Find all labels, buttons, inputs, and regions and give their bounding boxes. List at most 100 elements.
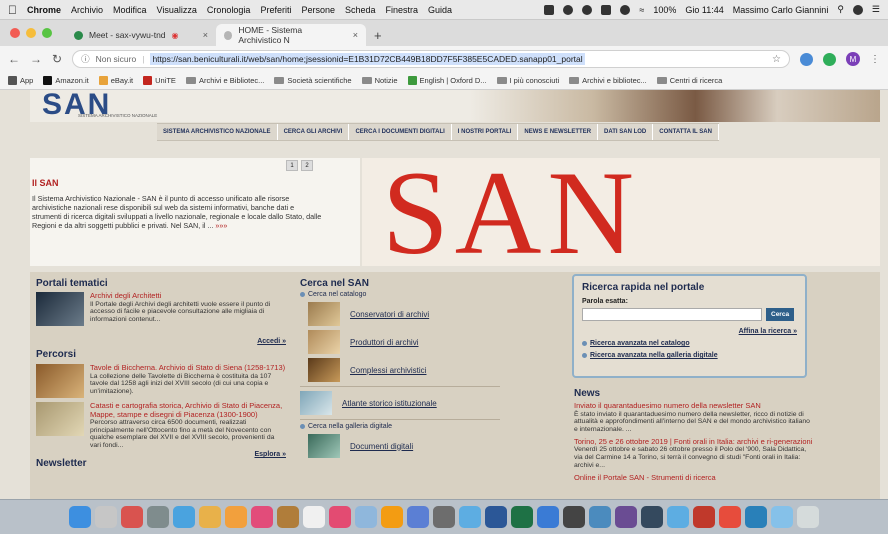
- news-item-title[interactable]: Torino, 25 e 26 ottobre 2019 | Fonti ora…: [574, 437, 814, 447]
- esplora-link[interactable]: Esplora »: [254, 451, 286, 458]
- menu-preferiti[interactable]: Preferiti: [260, 5, 291, 15]
- bookmark-folder[interactable]: Centri di ricerca: [656, 76, 722, 85]
- bookmark-ebay[interactable]: eBay.it: [98, 76, 133, 85]
- nav-sistema[interactable]: SISTEMA ARCHIVISTICO NAZIONALE: [157, 124, 278, 140]
- app-icon[interactable]: [667, 506, 689, 528]
- powerpoint-icon[interactable]: [693, 506, 715, 528]
- menu-finestra[interactable]: Finestra: [386, 5, 419, 15]
- menu-modifica[interactable]: Modifica: [113, 5, 147, 15]
- menu-kebab-icon[interactable]: ⋮: [870, 54, 880, 65]
- extension-icon[interactable]: [800, 52, 813, 66]
- time-machine-icon[interactable]: [620, 4, 631, 15]
- bookmark-oxford[interactable]: English | Oxford D...: [407, 76, 487, 85]
- pager-page-2[interactable]: 2: [301, 160, 313, 171]
- address-bar[interactable]: ⓘ Non sicuro | https://san.beniculturali…: [72, 50, 790, 68]
- read-more-link[interactable]: »»»: [215, 221, 227, 230]
- siri-icon[interactable]: [852, 4, 863, 15]
- ricerca-avanzata-galleria[interactable]: Ricerca avanzata nella galleria digitale: [582, 352, 797, 359]
- photos-icon[interactable]: [251, 506, 273, 528]
- cerca-item[interactable]: Atlante storico istituzionale: [300, 391, 500, 415]
- bookmark-amazon[interactable]: Amazon.it: [43, 76, 89, 85]
- close-tab-icon[interactable]: ×: [353, 30, 358, 40]
- cerca-item[interactable]: Complessi archivistici: [308, 358, 500, 382]
- mail-icon[interactable]: [121, 506, 143, 528]
- keynote-icon[interactable]: [459, 506, 481, 528]
- terminal-icon[interactable]: [563, 506, 585, 528]
- url-text[interactable]: https://san.beniculturali.it/web/san/hom…: [150, 53, 585, 65]
- spotlight-icon[interactable]: ⚲: [837, 4, 844, 15]
- launchpad-icon[interactable]: [95, 506, 117, 528]
- menu-scheda[interactable]: Scheda: [345, 5, 376, 15]
- profile-avatar[interactable]: M: [846, 52, 860, 66]
- percorso-thumbnail[interactable]: [36, 364, 84, 398]
- ricerca-avanzata-catalogo[interactable]: Ricerca avanzata nel catalogo: [582, 340, 797, 347]
- apple-icon[interactable]: : [8, 3, 17, 17]
- reload-icon[interactable]: ↻: [52, 52, 62, 66]
- nav-contatta[interactable]: CONTATTA IL SAN: [653, 124, 719, 140]
- app-icon[interactable]: [589, 506, 611, 528]
- zoom-window-button[interactable]: [42, 28, 52, 38]
- menu-archivio[interactable]: Archivio: [71, 5, 103, 15]
- gmail-tray-icon[interactable]: [544, 4, 555, 15]
- excel-icon[interactable]: [511, 506, 533, 528]
- safari-icon[interactable]: [173, 506, 195, 528]
- music-icon[interactable]: [329, 506, 351, 528]
- accedi-link[interactable]: Accedi »: [257, 338, 286, 345]
- nav-cerca-documenti[interactable]: CERCA I DOCUMENTI DIGITALI: [349, 124, 452, 140]
- battery-percent[interactable]: 100%: [653, 5, 676, 15]
- calendar-icon[interactable]: [303, 506, 325, 528]
- bookmark-star-icon[interactable]: ☆: [772, 54, 781, 65]
- security-label[interactable]: Non sicuro: [96, 54, 137, 64]
- menu-persone[interactable]: Persone: [301, 5, 335, 15]
- percorso-item-title[interactable]: Catasti e cartografia storica, Archivio …: [90, 401, 286, 419]
- preview-icon[interactable]: [355, 506, 377, 528]
- news-item-title[interactable]: Online il Portale SAN - Strumenti di ric…: [574, 473, 814, 483]
- cerca-item[interactable]: Documenti digitali: [308, 434, 500, 458]
- menu-visualizza[interactable]: Visualizza: [157, 5, 197, 15]
- portale-item-title[interactable]: Archivi degli Architetti: [90, 291, 286, 301]
- extension-tray-icon[interactable]: [563, 4, 574, 15]
- bookmark-folder[interactable]: Archivi e bibliotec...: [569, 76, 647, 85]
- notification-center-icon[interactable]: ☰: [872, 4, 880, 15]
- tab-san-home[interactable]: HOME - Sistema Archivistico N ×: [216, 24, 366, 46]
- pager-page-1[interactable]: 1: [286, 160, 298, 171]
- bookmark-apps[interactable]: App: [8, 76, 33, 85]
- news-item-title[interactable]: Inviato il quarantaduesimo numero della …: [574, 401, 814, 411]
- new-tab-button[interactable]: +: [374, 24, 382, 46]
- forward-icon[interactable]: →: [30, 52, 42, 66]
- bookmark-folder[interactable]: Notizie: [361, 76, 398, 85]
- nav-news[interactable]: NEWS E NEWSLETTER: [518, 124, 599, 140]
- nav-dati-lod[interactable]: DATI SAN LOD: [598, 124, 654, 140]
- firefox-icon[interactable]: [225, 506, 247, 528]
- vpn-icon[interactable]: [537, 506, 559, 528]
- system-preferences-icon[interactable]: [433, 506, 455, 528]
- notes-icon[interactable]: [277, 506, 299, 528]
- nav-cerca-archivi[interactable]: CERCA GLI ARCHIVI: [278, 124, 350, 140]
- bookmark-folder[interactable]: Società scientifiche: [274, 76, 352, 85]
- nav-portali[interactable]: I NOSTRI PORTALI: [452, 124, 519, 140]
- cerca-item[interactable]: Conservatori di archivi: [308, 302, 500, 326]
- wifi-icon[interactable]: ≈: [639, 5, 644, 15]
- camera-icon[interactable]: [147, 506, 169, 528]
- acrobat-icon[interactable]: [719, 506, 741, 528]
- bookmark-unite[interactable]: UniTE: [143, 76, 176, 85]
- portale-thumbnail[interactable]: [36, 292, 84, 326]
- downloads-folder-icon[interactable]: [771, 506, 793, 528]
- clock[interactable]: Gio 11:44: [685, 5, 723, 15]
- cerca-item[interactable]: Produttori di archivi: [308, 330, 500, 354]
- cerca-button[interactable]: Cerca: [766, 308, 795, 321]
- percorso-thumbnail[interactable]: [36, 402, 84, 436]
- app-icon[interactable]: [641, 506, 663, 528]
- menu-guida[interactable]: Guida: [428, 5, 452, 15]
- user-name[interactable]: Massimo Carlo Giannini: [733, 5, 829, 15]
- trash-icon[interactable]: [797, 506, 819, 528]
- close-tab-icon[interactable]: ×: [203, 30, 208, 40]
- info-icon[interactable]: ⓘ: [81, 53, 90, 65]
- chrome-icon[interactable]: [199, 506, 221, 528]
- tab-meet[interactable]: Meet - sax-vywu-tnd ◉ ×: [66, 24, 216, 46]
- word-icon[interactable]: [485, 506, 507, 528]
- extension-icon[interactable]: [823, 52, 836, 66]
- close-window-button[interactable]: [10, 28, 20, 38]
- airplay-icon[interactable]: [601, 4, 612, 15]
- appstore-icon[interactable]: [407, 506, 429, 528]
